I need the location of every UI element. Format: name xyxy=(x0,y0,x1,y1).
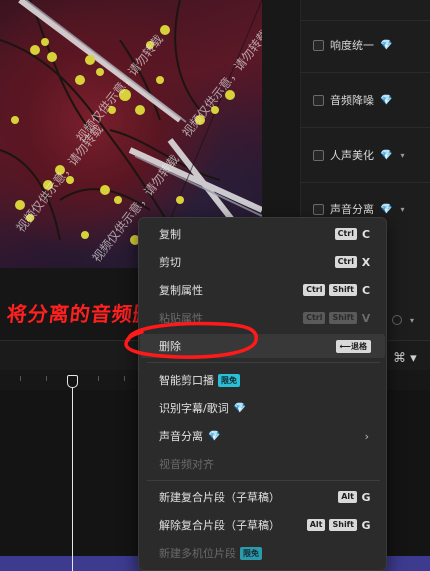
ruler-tick xyxy=(98,376,99,381)
key-letter: G xyxy=(361,490,371,504)
key-modifier: Ctrl xyxy=(303,284,326,296)
panel-divider xyxy=(300,20,430,21)
key-modifier: Alt xyxy=(306,519,326,531)
option-label: 音频降噪 xyxy=(330,94,374,107)
shortcut: Ctrl X xyxy=(334,255,371,269)
key-modifier: Shift xyxy=(329,312,357,324)
panel-divider xyxy=(300,182,430,183)
link-tool-icon[interactable]: ⌘ ▾ xyxy=(393,351,417,366)
checkbox[interactable] xyxy=(313,203,324,215)
menu-item-label: 新建多机位片段 xyxy=(159,547,236,560)
key-letter: C xyxy=(361,227,371,241)
chevron-right-icon: › xyxy=(364,429,369,443)
menu-item-label: 声音分离 xyxy=(159,430,203,443)
diamond-icon: 💎 xyxy=(233,402,247,414)
annotation-circle xyxy=(124,321,258,359)
menu-divider xyxy=(147,362,380,363)
menu-item-label: 识别字幕/歌词 xyxy=(159,402,229,415)
option-label: 响度统一 xyxy=(330,39,374,52)
key-modifier: Ctrl xyxy=(334,228,357,240)
playhead-handle[interactable] xyxy=(67,375,78,388)
free-badge: 限免 xyxy=(240,546,262,560)
panel-divider xyxy=(300,72,430,73)
shortcut: Ctrl Shift C xyxy=(303,284,371,297)
key-letter: V xyxy=(361,311,371,325)
menu-item-ungroup-compound-clip[interactable]: 解除复合片段（子草稿） Alt Shift G xyxy=(140,513,385,537)
context-menu: 复制 Ctrl C 剪切 Ctrl X 复制属性 Ctrl Shift C 粘贴… xyxy=(138,217,387,571)
key-letter: C xyxy=(361,283,371,297)
key-modifier: Ctrl xyxy=(334,256,357,268)
ruler-tick xyxy=(124,376,125,381)
panel-divider xyxy=(300,127,430,128)
menu-item-label: 剪切 xyxy=(159,256,181,269)
option-voice-separation[interactable]: 声音分离 💎 ▾ xyxy=(313,200,404,218)
panel-hidden-item: ▾ xyxy=(392,311,414,329)
ruler-tick xyxy=(20,376,21,381)
menu-item-copy-attributes[interactable]: 复制属性 Ctrl Shift C xyxy=(140,278,385,302)
ruler-tick xyxy=(46,376,47,381)
help-icon[interactable] xyxy=(392,315,402,325)
menu-item-label: 视音频对齐 xyxy=(159,458,214,471)
menu-item-label: 复制属性 xyxy=(159,284,203,297)
diamond-icon: 💎 xyxy=(380,203,393,215)
menu-item-recognize-subtitles[interactable]: 识别字幕/歌词 💎 xyxy=(140,396,385,420)
shortcut: Alt Shift G xyxy=(306,518,371,532)
key-modifier: Shift xyxy=(329,284,357,296)
diamond-icon: 💎 xyxy=(380,94,393,106)
menu-item-voice-separation[interactable]: 声音分离 💎 › xyxy=(140,424,385,448)
chevron-down-icon[interactable]: ▾ xyxy=(400,151,404,160)
key-letter: G xyxy=(361,518,371,532)
option-voice-beautify[interactable]: 人声美化 💎 ▾ xyxy=(313,146,404,164)
diamond-icon: 💎 xyxy=(380,149,393,161)
shortcut: Alt G xyxy=(338,491,371,504)
key-modifier: Ctrl xyxy=(303,312,326,324)
option-label: 人声美化 xyxy=(330,149,374,162)
option-loudness-normalize[interactable]: 响度统一 💎 xyxy=(313,36,392,54)
checkbox[interactable] xyxy=(313,149,324,161)
menu-item-cut[interactable]: 剪切 Ctrl X xyxy=(140,250,385,274)
diamond-icon: 💎 xyxy=(208,430,221,442)
checkbox[interactable] xyxy=(313,94,324,106)
menu-item-multicam-clip[interactable]: 新建多机位片段 限免 xyxy=(140,541,385,565)
option-noise-reduction[interactable]: 音频降噪 💎 xyxy=(313,91,392,109)
key-modifier: Alt xyxy=(338,491,357,503)
key-letter: X xyxy=(361,255,371,269)
menu-item-label: 智能剪口播 xyxy=(159,374,214,387)
backspace-key: ⟵退格 xyxy=(335,339,371,353)
menu-item-label: 复制 xyxy=(159,228,181,241)
option-label: 声音分离 xyxy=(330,203,374,216)
key-modifier: Shift xyxy=(329,519,357,531)
menu-item-new-compound-clip[interactable]: 新建复合片段（子草稿） Alt G xyxy=(140,485,385,509)
menu-item-smart-cut[interactable]: 智能剪口播 限免 xyxy=(140,368,385,392)
free-badge: 限免 xyxy=(218,373,240,387)
playhead-line[interactable] xyxy=(72,384,73,571)
menu-item-label: 新建复合片段（子草稿） xyxy=(159,491,280,504)
chevron-down-icon[interactable]: ▾ xyxy=(410,316,414,325)
diamond-icon: 💎 xyxy=(380,39,393,51)
shortcut: Ctrl Shift V xyxy=(303,312,371,325)
menu-divider xyxy=(147,480,380,481)
shortcut: ⟵退格 xyxy=(335,339,371,353)
menu-item-label: 解除复合片段（子草稿） xyxy=(159,519,280,532)
checkbox[interactable] xyxy=(313,39,324,51)
shortcut: Ctrl C xyxy=(334,227,371,241)
menu-item-copy[interactable]: 复制 Ctrl C xyxy=(140,222,385,246)
menu-item-av-align[interactable]: 视音频对齐 xyxy=(140,452,385,476)
chevron-down-icon[interactable]: ▾ xyxy=(400,205,404,214)
